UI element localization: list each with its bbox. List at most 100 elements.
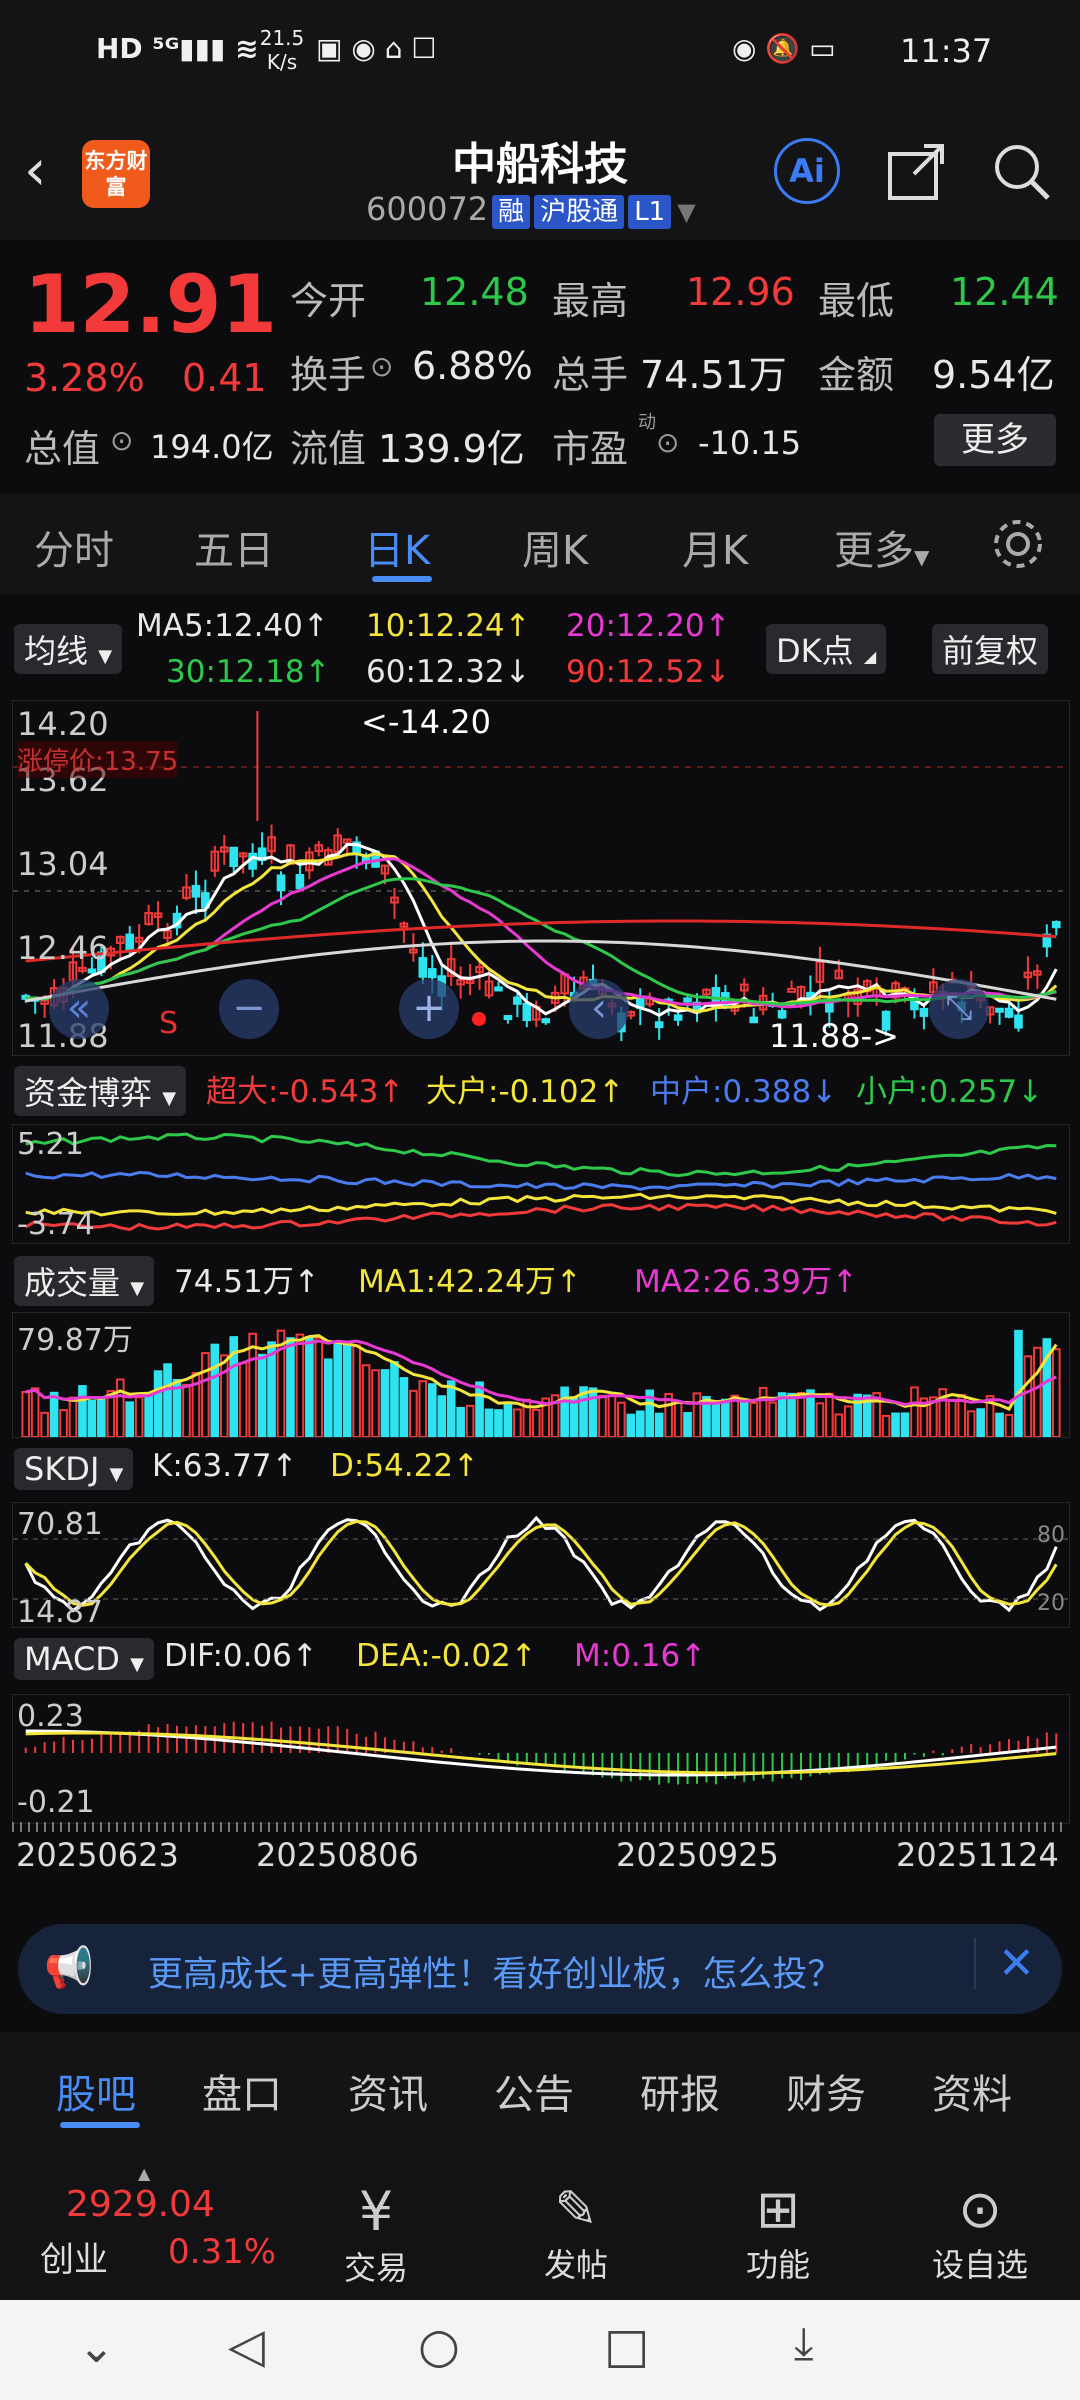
volume-value-label: 74.51万↑ [174, 1264, 320, 1300]
funds-selector-label: 资金博弈 [24, 1074, 153, 1112]
volume-ma1: MA1:42.24万↑ [358, 1264, 582, 1300]
recents-icon[interactable]: □ [604, 2318, 649, 2374]
candle-body [427, 968, 437, 979]
kline-chart[interactable]: S 14.20 13.62 涨停价:13.75 13.04 12.46 11.8… [12, 700, 1070, 1056]
zoom-in-icon[interactable]: + [399, 979, 459, 1039]
macd-selector-label: MACD [24, 1640, 120, 1678]
volume-bar [976, 1408, 985, 1437]
turnover-value: 6.88% [412, 344, 533, 388]
tab-research[interactable]: 研报 [640, 2062, 720, 2120]
tab-forum[interactable]: 股吧 [56, 2062, 136, 2120]
tab-weekly-k[interactable]: 周K [522, 518, 588, 576]
chevron-down-icon: ▼ [109, 1464, 124, 1485]
volume-bar [59, 1409, 68, 1437]
y-label-4: 12.46 [17, 929, 109, 967]
zoom-out-icon[interactable]: − [219, 979, 279, 1039]
scroll-left-icon[interactable]: « [49, 979, 109, 1039]
volume-bar [598, 1394, 607, 1437]
ma30-value: 30:12.18↑ [166, 654, 331, 690]
volume-bar [683, 1412, 692, 1437]
gear-icon[interactable] [990, 516, 1046, 572]
tab-intraday[interactable]: 分时 [34, 518, 114, 576]
chevron-down-icon: ▼ [162, 1088, 177, 1109]
dk-point-button[interactable]: DK点 ◢ [766, 624, 887, 674]
index-pct: 0.31% [168, 2232, 277, 2272]
ai-icon[interactable]: Ai [774, 138, 840, 204]
volume-selector[interactable]: 成交量 ▼ [14, 1256, 155, 1306]
volume-bar [891, 1412, 900, 1437]
info-icon[interactable]: ⊙ [656, 426, 679, 459]
tab-five-day[interactable]: 五日 [194, 518, 274, 576]
tab-announcements[interactable]: 公告 [494, 2062, 574, 2120]
dropdown-icon[interactable]: ▼ [677, 198, 695, 226]
candle-body [1051, 921, 1061, 929]
volume-bar [163, 1363, 172, 1437]
low-label: 最低 [818, 279, 895, 323]
nav-trade-label: 交易 [343, 2249, 408, 2287]
ma-selector[interactable]: 均线 ▼ [14, 624, 123, 674]
clock: 11:37 [900, 32, 993, 70]
skdj-chart: 70.81 14.87 80 20 [12, 1502, 1070, 1630]
macd-selector[interactable]: MACD ▼ [14, 1638, 154, 1680]
funds-small-line [25, 1132, 1057, 1178]
macd-chart: 0.23 -0.21 [12, 1694, 1070, 1824]
prev-icon[interactable]: ‹ [569, 979, 629, 1039]
notification-pull-icon[interactable]: ⤓ [794, 2318, 813, 2369]
funds-selector[interactable]: 资金博弈 ▼ [14, 1066, 187, 1116]
nav-function[interactable]: ⊞ 功能 [708, 2180, 848, 2286]
share-icon[interactable] [884, 140, 948, 204]
home-icon[interactable]: ○ [418, 2318, 460, 2374]
max-price-marker: <-14.20 [361, 703, 491, 741]
volume-bar [995, 1412, 1004, 1437]
tab-orderbook[interactable]: 盘口 [202, 2062, 282, 2120]
info-icon[interactable]: ⊙ [370, 350, 393, 383]
expand-icon[interactable]: ⤡ [929, 979, 989, 1039]
nav-add-watchlist[interactable]: ⊙ 设自选 [910, 2180, 1050, 2286]
last-price: 12.91 [24, 258, 278, 351]
tab-news[interactable]: 资讯 [348, 2062, 428, 2120]
status-icons: ◉ 🔕 ▭ [732, 32, 836, 65]
nav-function-label: 功能 [745, 2246, 810, 2284]
funds-small: 小户:0.257↓ [856, 1074, 1044, 1110]
volume-bar [380, 1369, 390, 1437]
nav-trade[interactable]: ¥ 交易 [306, 2180, 446, 2289]
volume-bar [134, 1396, 144, 1437]
tab-finance[interactable]: 财务 [786, 2062, 866, 2120]
volume-bar [825, 1392, 834, 1437]
volume-bar [153, 1370, 163, 1437]
search-icon[interactable] [990, 140, 1054, 204]
ma60-value: 60:12.32↓ [366, 654, 531, 690]
volume-label: 总手 [552, 353, 629, 397]
tab-profile[interactable]: 资料 [932, 2062, 1012, 2120]
candle-body [87, 968, 97, 974]
tab-monthly-k[interactable]: 月K [682, 518, 748, 576]
tag-connect: 沪股通 [534, 195, 625, 229]
close-icon[interactable]: ✕ [974, 1938, 1035, 1989]
subtab-underline [60, 2122, 140, 2128]
system-nav-bar: ⌄ ◁ ○ □ ⤓ [0, 2300, 1080, 2400]
volume-bar [125, 1401, 135, 1437]
quote-panel: 12.91 3.28% 0.41 总值 ⊙ 194.0亿 今开 12.48 最高… [0, 240, 1080, 490]
nav-post[interactable]: ✎ 发帖 [506, 2180, 646, 2286]
adjust-button[interactable]: 前复权 [932, 624, 1049, 674]
tab-more[interactable]: 更多▼ [834, 518, 929, 576]
skdj-selector[interactable]: SKDJ ▼ [14, 1448, 134, 1490]
candle-body [995, 1007, 1004, 1013]
back-nav-icon[interactable]: ◁ [228, 2318, 265, 2374]
tag-level: L1 [628, 195, 672, 229]
volume-bar [97, 1396, 106, 1437]
promo-banner[interactable]: 📢 更高成长+更高弹性！看好创业板，怎么投？ ✕ [18, 1924, 1062, 2014]
macd-svg [24, 1721, 1058, 1785]
volume-y-top: 79.87万 [17, 1323, 133, 1358]
nav-post-label: 发帖 [543, 2246, 608, 2284]
index-widget[interactable]: ▲ 2929.04 创业 0.31% [20, 2164, 320, 2290]
hide-keyboard-icon[interactable]: ⌄ [78, 2322, 115, 2373]
candle-body [683, 997, 692, 1003]
tab-daily-k[interactable]: 日K [364, 518, 430, 576]
tag-margin: 融 [492, 195, 531, 229]
volume-bar [531, 1408, 541, 1437]
ma90-value: 90:12.52↓ [566, 654, 731, 690]
more-button[interactable]: 更多 [934, 414, 1056, 466]
index-value: 2929.04 [66, 2184, 215, 2225]
info-icon[interactable]: ⊙ [110, 424, 133, 457]
